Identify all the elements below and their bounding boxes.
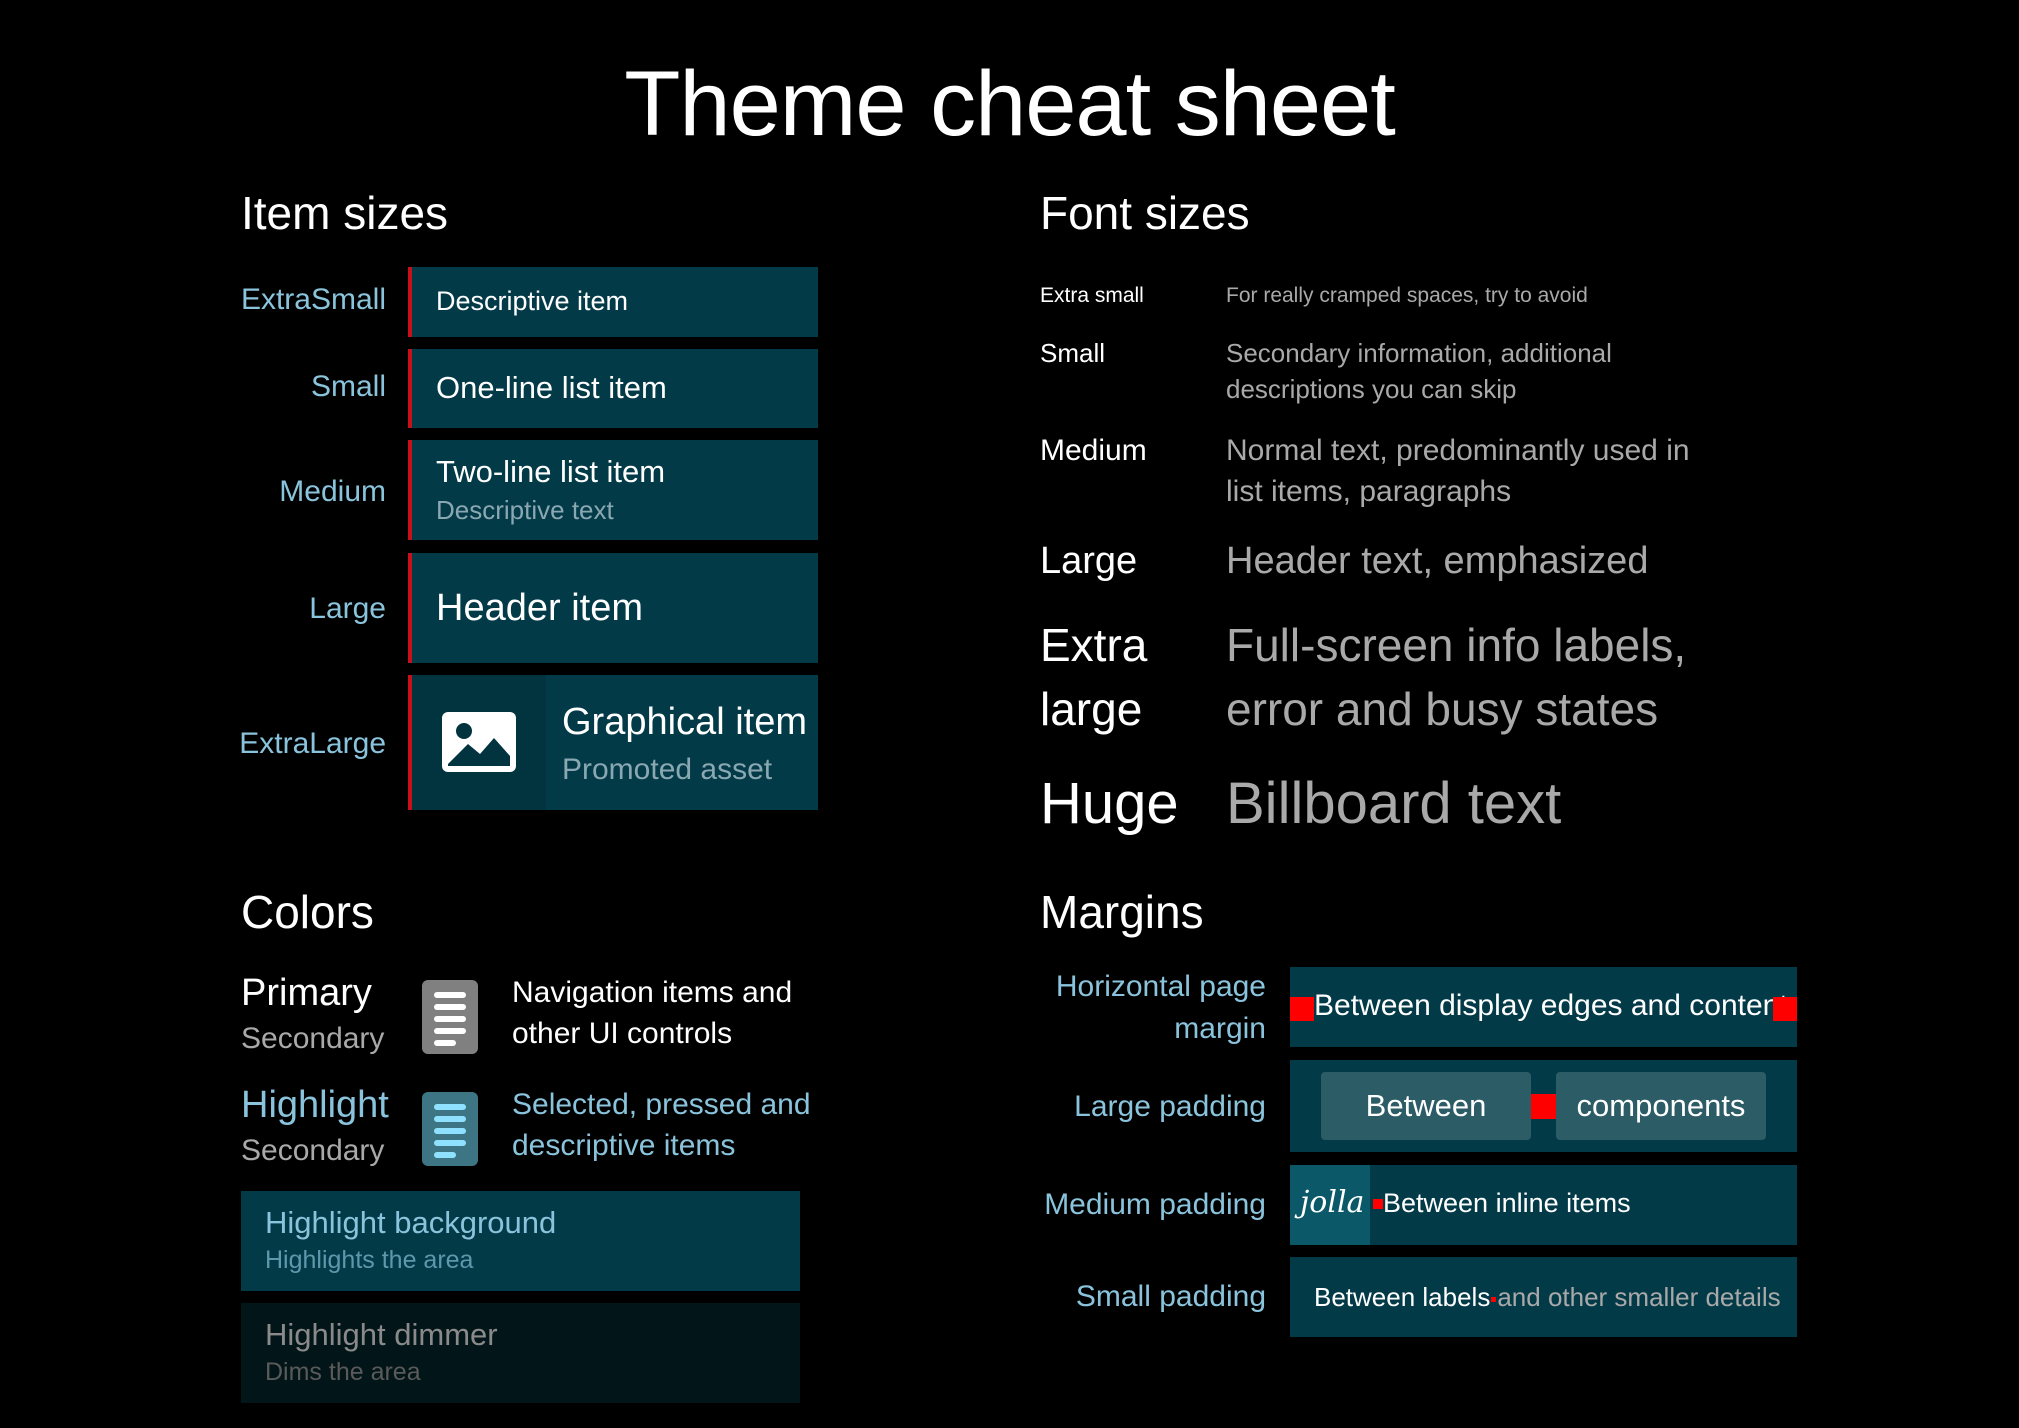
font-extra-large-label-line1: Extra — [1040, 619, 1148, 671]
highlight-desc-line1: Selected, pressed and — [512, 1088, 811, 1121]
medium-padding-demo: jolla Between inline items — [1290, 1165, 1797, 1245]
large-padding-demo: Between components — [1290, 1060, 1797, 1152]
large-item-text: Header item — [436, 587, 643, 629]
graphical-item-thumbnail — [412, 675, 546, 810]
medium-item-subtext: Descriptive text — [436, 495, 614, 525]
highlight-desc-line2: descriptive items — [512, 1129, 736, 1162]
font-extra-large-desc-line1: Full-screen info labels, — [1226, 619, 1687, 671]
medium-padding-label: Medium padding — [1044, 1188, 1266, 1221]
horizontal-page-margin-demo: Between display edges and content — [1290, 967, 1797, 1047]
font-extra-small-label: Extra small — [1040, 284, 1144, 307]
medium-label: Medium — [279, 475, 386, 508]
font-large-desc: Header text, emphasized — [1226, 540, 1649, 582]
extra-large-item[interactable]: Graphical item Promoted asset — [408, 675, 818, 810]
font-sizes-heading: Font sizes — [1040, 187, 1250, 239]
primary-desc-line1: Navigation items and — [512, 976, 793, 1009]
font-medium-label: Medium — [1040, 434, 1147, 467]
small-padding-text-primary: Between labels — [1314, 1282, 1491, 1312]
margin-marker — [1491, 1296, 1497, 1302]
image-icon — [442, 712, 516, 772]
medium-item-text: Two-line list item — [436, 454, 666, 489]
document-icon — [422, 980, 478, 1054]
small-label: Small — [310, 370, 386, 403]
page-title: Theme cheat sheet — [624, 53, 1396, 155]
font-medium-desc-line2: list items, paragraphs — [1226, 475, 1512, 508]
item-sizes-heading: Item sizes — [241, 187, 449, 239]
font-extra-large-desc-line2: error and busy states — [1226, 683, 1659, 735]
between-pill: Between — [1321, 1072, 1531, 1140]
horizontal-page-margin-label-line2: margin — [1174, 1012, 1266, 1045]
extra-large-item-subtext: Promoted asset — [562, 753, 773, 786]
extra-large-item-text: Graphical item — [562, 701, 807, 743]
margin-marker — [1531, 1094, 1556, 1119]
font-huge-label: Huge — [1040, 771, 1179, 836]
colors-heading: Colors — [241, 886, 374, 938]
large-label: Large — [309, 592, 386, 625]
font-small-label: Small — [1040, 338, 1106, 368]
horizontal-page-margin-label-line1: Horizontal page — [1055, 970, 1266, 1003]
margins-heading: Margins — [1040, 886, 1204, 938]
extra-small-item[interactable]: Descriptive item — [408, 267, 818, 337]
highlight-dimmer-label: Highlight dimmer — [265, 1317, 498, 1352]
font-small-desc-line2: descriptions you can skip — [1226, 374, 1517, 404]
extra-small-item-text: Descriptive item — [436, 286, 629, 316]
document-icon — [422, 1092, 478, 1166]
font-extra-large-label-line2: large — [1040, 683, 1143, 735]
margin-marker — [1290, 997, 1314, 1021]
highlight-secondary-label: Secondary — [241, 1134, 385, 1167]
font-small-desc-line1: Secondary information, additional — [1226, 338, 1612, 368]
small-padding-text-secondary: and other smaller details — [1497, 1282, 1781, 1312]
primary-desc-line2: other UI controls — [512, 1017, 733, 1050]
font-extra-small-desc: For really cramped spaces, try to avoid — [1226, 284, 1588, 307]
highlight-dimmer-desc: Dims the area — [265, 1358, 421, 1386]
extra-large-label: ExtraLarge — [239, 727, 386, 760]
font-huge-desc: Billboard text — [1226, 771, 1562, 836]
jolla-logo-text: jolla — [1300, 1185, 1365, 1220]
font-medium-desc-line1: Normal text, predominantly used in — [1226, 434, 1690, 467]
components-pill: components — [1556, 1072, 1766, 1140]
small-padding-label: Small padding — [1075, 1280, 1266, 1313]
highlight-background-swatch: Highlight background Highlights the area — [241, 1191, 800, 1291]
font-large-label: Large — [1040, 540, 1138, 582]
margin-marker — [1373, 1199, 1383, 1209]
large-item[interactable]: Header item — [408, 553, 818, 663]
highlight-background-desc: Highlights the area — [265, 1246, 474, 1274]
large-padding-label: Large padding — [1074, 1090, 1266, 1123]
medium-item[interactable]: Two-line list item Descriptive text — [408, 440, 818, 540]
medium-padding-text: Between inline items — [1383, 1188, 1631, 1218]
small-padding-demo: Between labels and other smaller details — [1290, 1257, 1797, 1337]
small-item-text: One-line list item — [436, 370, 667, 405]
extra-small-label: ExtraSmall — [240, 283, 386, 316]
highlight-color-label: Highlight — [241, 1084, 389, 1126]
horizontal-page-margin-text: Between display edges and content — [1314, 989, 1788, 1022]
margin-marker — [1773, 997, 1797, 1021]
primary-secondary-label: Secondary — [241, 1022, 385, 1055]
small-padding-text: Between labels and other smaller details — [1314, 1282, 1781, 1313]
jolla-logo: jolla — [1290, 1165, 1370, 1245]
highlight-dimmer-swatch: Highlight dimmer Dims the area — [241, 1303, 800, 1403]
highlight-background-label: Highlight background — [265, 1205, 557, 1240]
small-item[interactable]: One-line list item — [408, 349, 818, 428]
primary-color-label: Primary — [241, 972, 372, 1014]
